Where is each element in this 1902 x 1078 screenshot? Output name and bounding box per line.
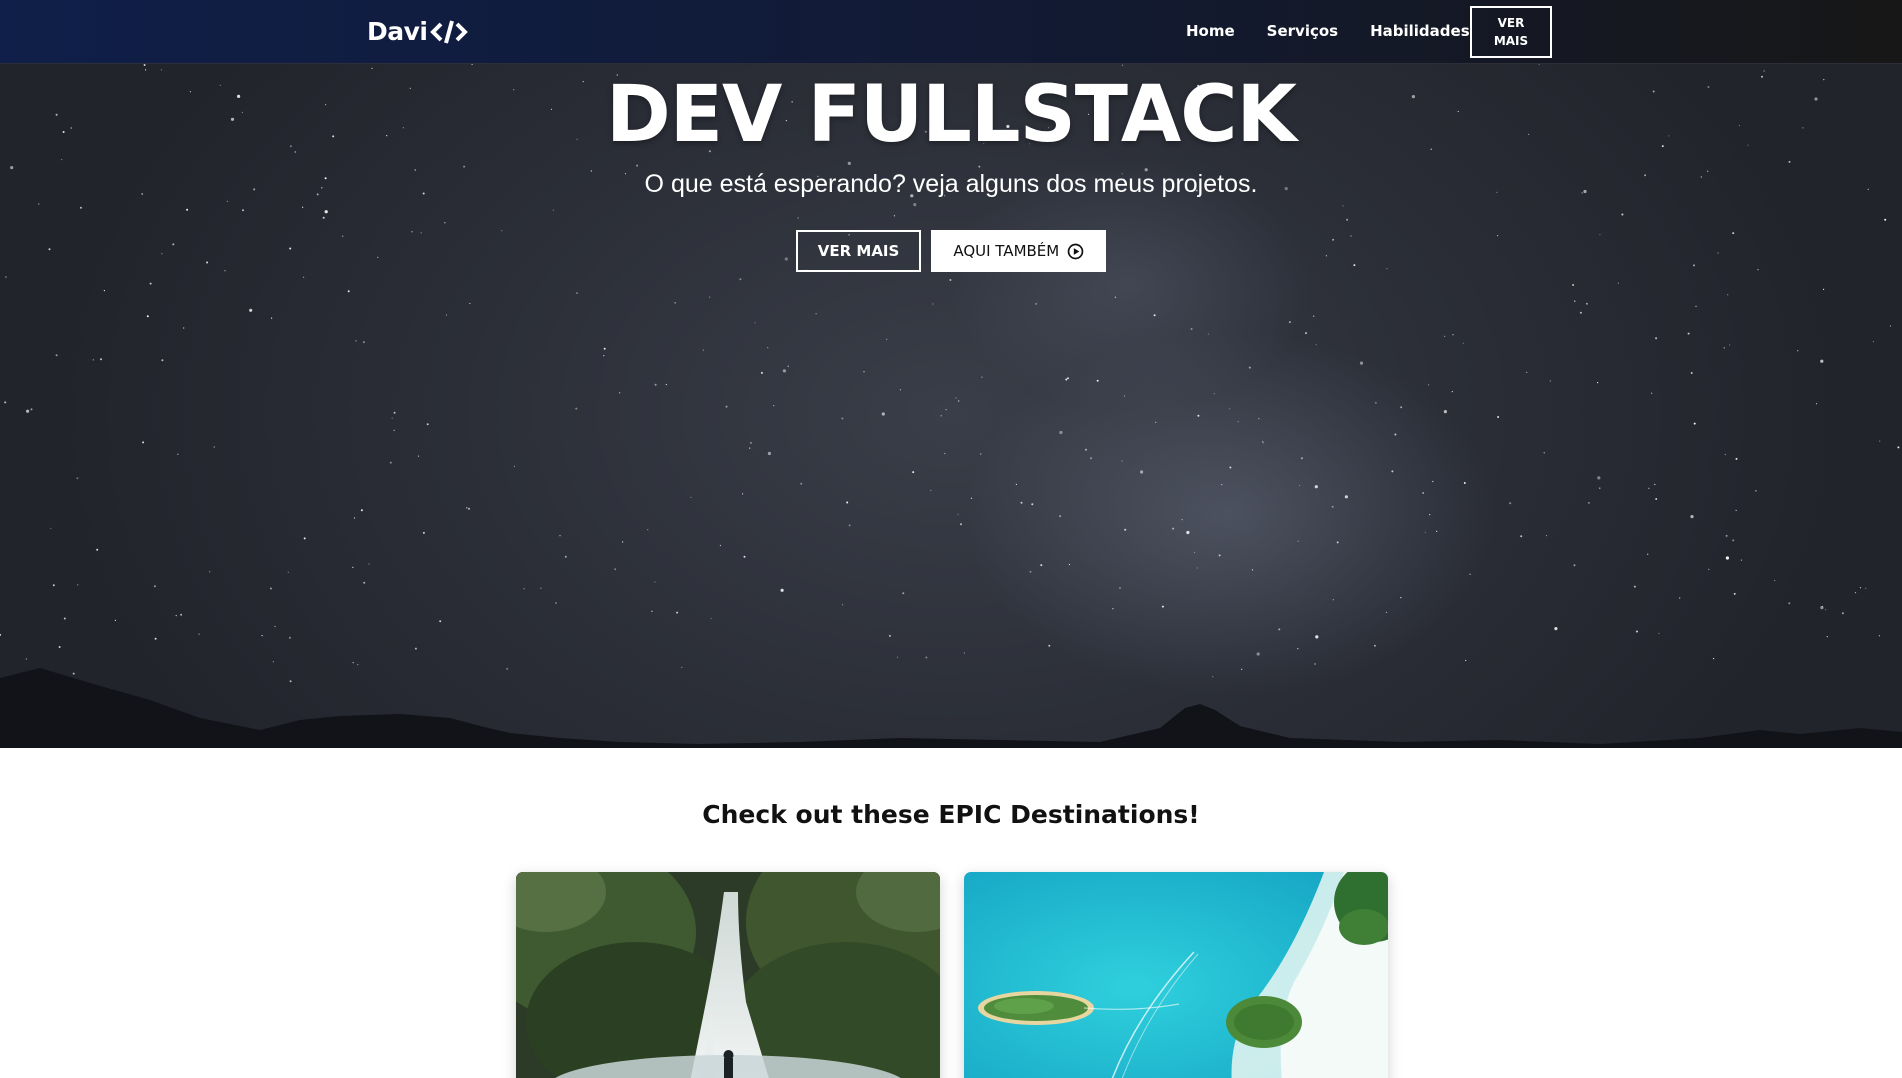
nav-links: Home Serviços Habilidades: [1186, 22, 1470, 40]
logo-text: Davi: [367, 17, 428, 46]
hero-buttons: VER MAIS AQUI TAMBÉM: [0, 230, 1902, 272]
page: Davi Home Serviços Habilidades VER MAIS …: [0, 0, 1902, 1078]
logo[interactable]: Davi: [367, 17, 468, 46]
play-circle-icon: [1067, 243, 1084, 259]
nav-ver-mais-button[interactable]: VER MAIS: [1470, 6, 1552, 58]
tropical-island-aerial-photo: [964, 872, 1388, 1078]
nav-link-home[interactable]: Home: [1186, 22, 1235, 40]
mountain-silhouette: [0, 668, 1902, 748]
nav-link-habilidades[interactable]: Habilidades: [1370, 22, 1470, 40]
navbar: Davi Home Serviços Habilidades VER MAIS: [0, 0, 1902, 64]
hero-title: DEV FULLSTACK: [606, 70, 1297, 160]
ver-mais-label: VER MAIS: [817, 242, 900, 260]
nav-link-servicos[interactable]: Serviços: [1267, 22, 1338, 40]
waterfall-photo: [516, 872, 940, 1078]
hero-section: DEV FULLSTACK O que está esperando? veja…: [0, 64, 1902, 748]
aqui-tambem-label: AQUI TAMBÉM: [953, 242, 1060, 260]
destination-card-waterfall[interactable]: [516, 872, 940, 1078]
destinations-heading: Check out these EPIC Destinations!: [702, 800, 1200, 829]
ver-mais-button[interactable]: VER MAIS: [795, 230, 922, 272]
hero-subtitle: O que está esperando? veja alguns dos me…: [644, 170, 1258, 198]
destination-card-island[interactable]: [964, 872, 1388, 1078]
aqui-tambem-button[interactable]: AQUI TAMBÉM: [931, 230, 1107, 272]
code-brackets-icon: [429, 19, 468, 44]
